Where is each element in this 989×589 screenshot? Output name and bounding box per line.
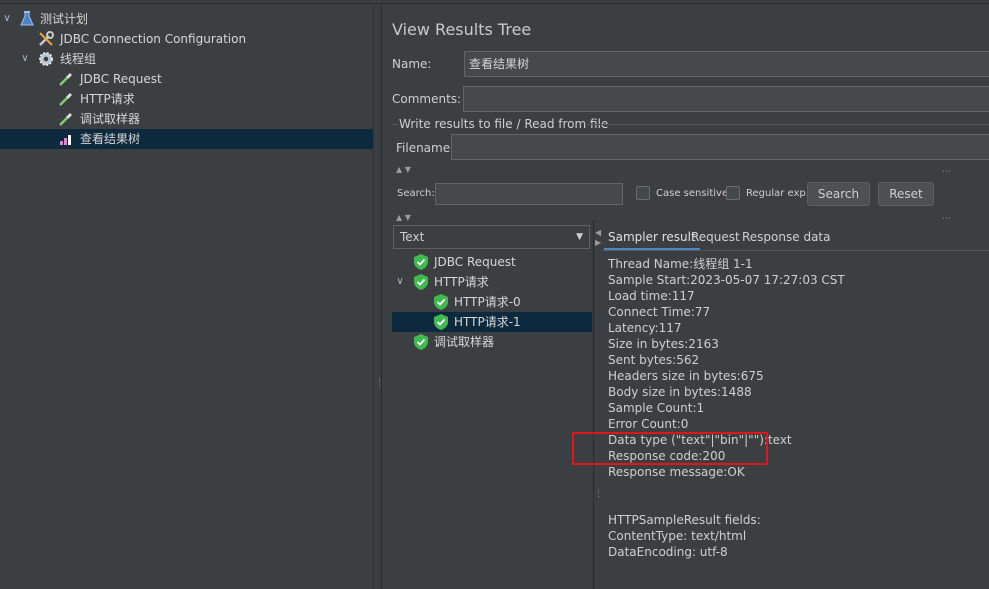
collapse-arrows[interactable]: ▲ ▼ [396,213,411,222]
result-line: Headers size in bytes:675 [608,369,764,383]
success-shield-icon [414,274,428,290]
collapse-arrows[interactable]: ◀ ▶ [595,228,601,248]
sample-label: 调试取样器 [434,335,495,349]
result-line: ContentType: text/html [608,529,747,543]
main-splitter[interactable]: ⋮ [373,4,384,589]
search-input[interactable] [435,183,623,205]
tab-response-data[interactable]: Response data [738,226,834,250]
group-border [587,124,989,125]
renderer-select[interactable]: Text ▼ [393,225,590,249]
tree-node-debug-sampler[interactable]: 调试取样器 [0,109,373,129]
sample-item[interactable]: JDBC Request [392,252,592,272]
result-line: Sent bytes:562 [608,353,700,367]
tree-node-label: HTTP请求 [80,92,135,106]
filename-label: Filename [396,141,451,155]
result-line: Size in bytes:2163 [608,337,719,351]
regular-exp-label: Regular exp. [746,188,809,199]
reset-button[interactable]: Reset [878,182,934,206]
result-line: Sample Count:1 [608,401,705,415]
test-plan-tree: ∨ 测试计划 JDBC Connection Configuration ∨ 线… [0,4,373,589]
result-line: Thread Name:线程组 1-1 [608,257,753,271]
renderer-value: Text [400,230,425,244]
splitter-grip: ⋯ [942,214,951,224]
splitter-grip: ⋮ [594,489,603,499]
pipette-icon [59,92,73,106]
tree-node-label: 调试取样器 [80,112,141,126]
view-results-tree-panel: View Results Tree Name: 查看结果树 Comments: … [382,4,989,589]
jmeter-window: ∨ 测试计划 JDBC Connection Configuration ∨ 线… [0,0,989,589]
result-line [608,496,988,512]
search-button[interactable]: Search [807,182,870,206]
sample-label: HTTP请求 [434,275,489,289]
tree-node-http-request[interactable]: HTTP请求 [0,89,373,109]
tab-sampler-result[interactable]: Sampler result [604,226,700,250]
sampler-result-text: Thread Name:线程组 1-1 Sample Start:2023-05… [608,256,988,560]
comments-label: Comments: [392,92,462,106]
wrench-icon [39,31,54,46]
sample-label: HTTP请求-0 [454,295,521,309]
pipette-icon [59,112,73,126]
comments-field[interactable] [463,86,989,112]
tree-node-label: JDBC Connection Configuration [60,32,247,46]
chart-icon [60,135,71,145]
result-line: Connect Time:77 [608,305,711,319]
group-border [392,124,398,125]
result-line: Error Count:0 [608,417,689,431]
sample-label: HTTP请求-1 [454,315,521,329]
result-line: HTTPSampleResult fields: [608,513,761,527]
annotation-highlight-box [572,432,768,465]
tree-node-jdbc-config[interactable]: JDBC Connection Configuration [0,29,373,49]
sample-item[interactable]: HTTP请求-0 [392,292,592,312]
chevron-down-icon[interactable]: ∨ [19,49,31,69]
result-line: Load time:117 [608,289,695,303]
success-shield-icon [434,314,448,330]
tab-divider [602,250,989,251]
result-line: DataEncoding: utf-8 [608,545,728,559]
success-shield-icon [414,254,428,270]
sample-item[interactable]: 调试取样器 [392,332,592,352]
result-line: Response message:OK [608,465,745,479]
result-line: Latency:117 [608,321,682,335]
success-shield-icon [414,334,428,350]
regular-exp-checkbox[interactable] [726,186,740,200]
tree-node-label: 线程组 [60,52,97,66]
chevron-down-icon[interactable]: ∨ [394,272,406,292]
results-splitter[interactable]: ◀ ▶ ⋮ [593,220,603,589]
splitter-grip: ⋯ [942,167,951,177]
tree-node-label: 查看结果树 [80,132,141,146]
flask-icon [20,11,34,26]
tree-node-thread-group[interactable]: ∨ 线程组 [0,49,373,69]
chevron-down-icon[interactable]: ∨ [1,9,13,29]
write-results-group-label: Write results to file / Read from file [399,117,609,131]
page-title: View Results Tree [392,20,532,39]
success-shield-icon [434,294,448,310]
name-label: Name: [392,57,432,71]
sample-label: JDBC Request [434,255,516,269]
chevron-down-icon: ▼ [576,232,583,242]
collapse-arrows[interactable]: ▲ ▼ [396,165,411,174]
result-line: Body size in bytes:1488 [608,385,752,399]
tree-node-test-plan[interactable]: ∨ 测试计划 [0,9,373,29]
name-field[interactable]: 查看结果树 [464,51,989,77]
tree-node-jdbc-request[interactable]: JDBC Request [0,69,373,89]
result-line: Sample Start:2023-05-07 17:27:03 CST [608,273,845,287]
result-line [608,480,988,496]
gear-icon [39,52,53,66]
case-sensitive-label: Case sensitive [656,188,729,199]
case-sensitive-checkbox[interactable] [636,186,650,200]
pipette-icon [59,72,73,86]
search-label: Search: [397,188,435,199]
tree-node-label: 测试计划 [40,12,89,26]
tree-node-label: JDBC Request [80,72,162,86]
tree-node-view-results-tree[interactable]: 查看结果树 [0,129,373,149]
sample-item[interactable]: ∨ HTTP请求 [392,272,592,292]
tab-request[interactable]: Request [687,226,744,250]
sample-item[interactable]: HTTP请求-1 [392,312,592,332]
filename-field[interactable] [451,134,989,160]
